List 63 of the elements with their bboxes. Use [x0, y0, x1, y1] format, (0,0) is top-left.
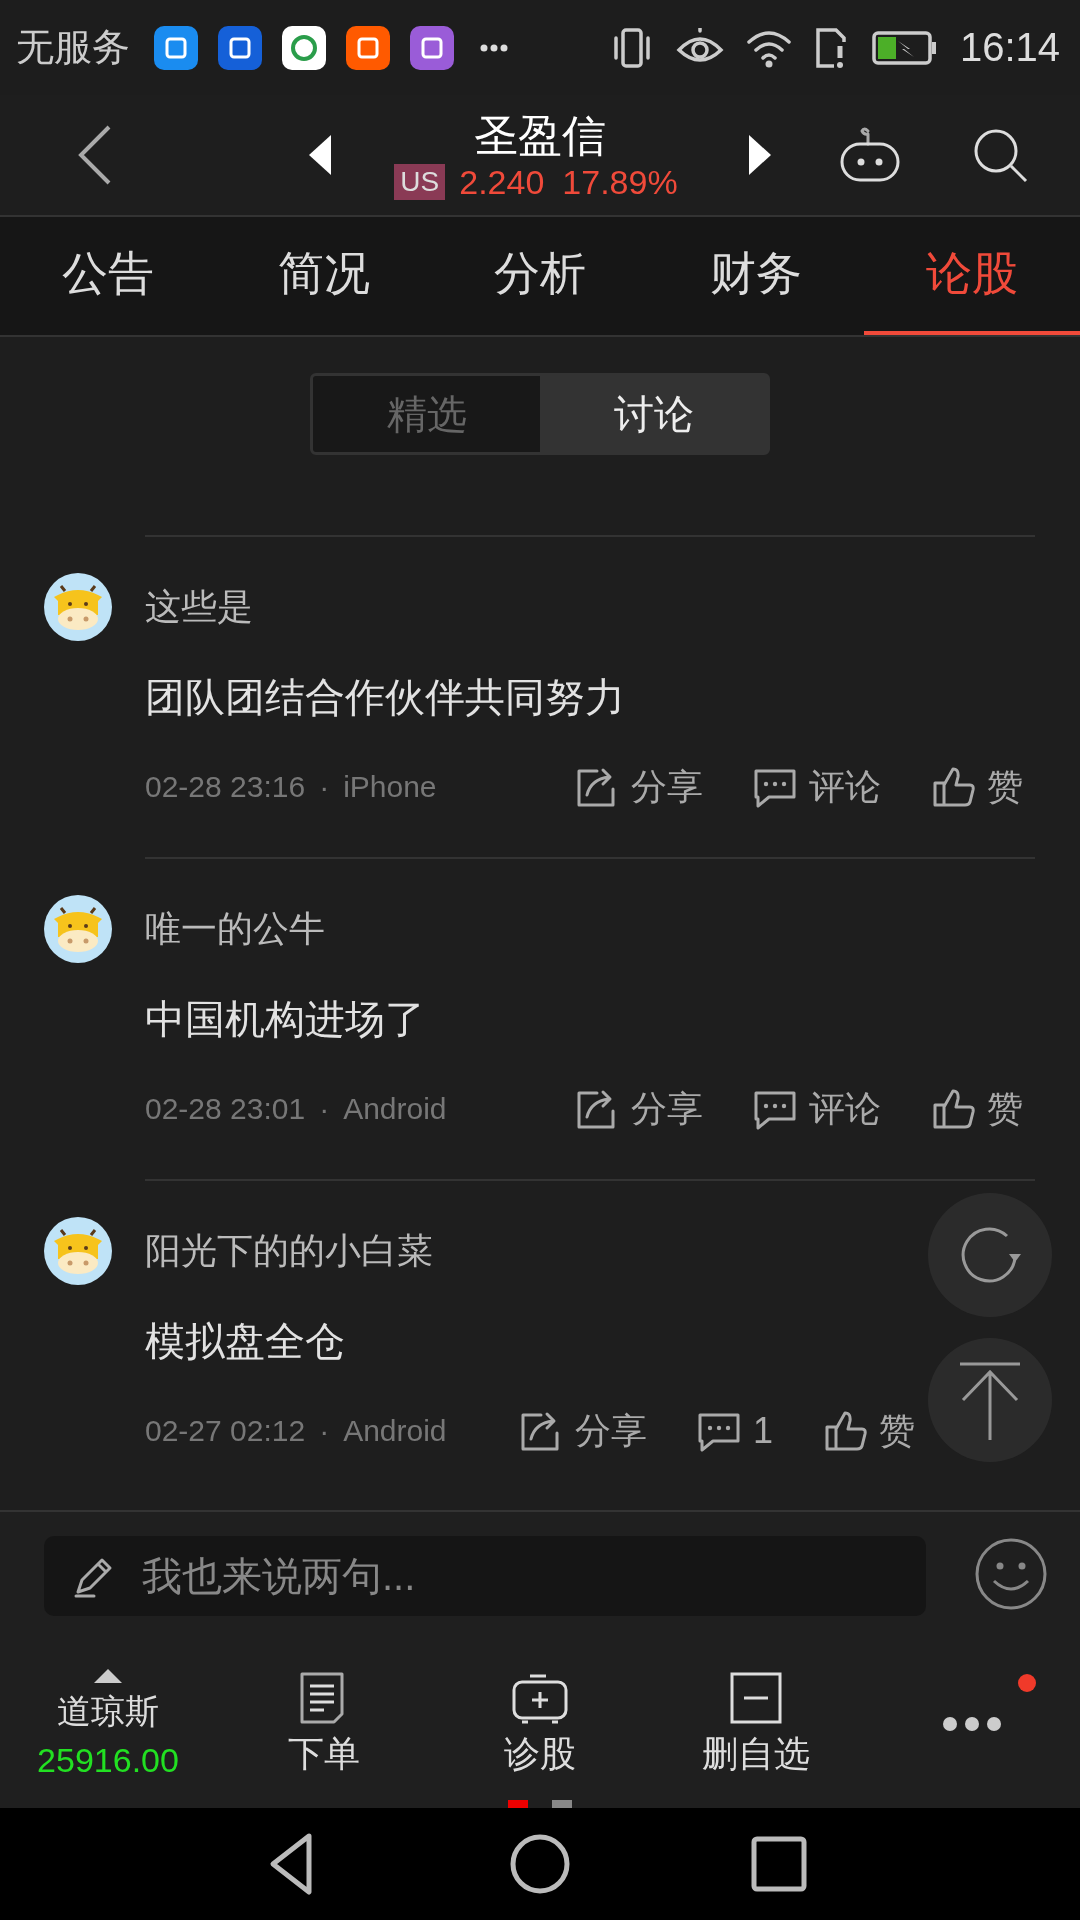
tab[interactable]: 简况 [216, 217, 432, 335]
share-button[interactable]: 分享 [575, 1084, 703, 1134]
carrier-text: 无服务 [16, 25, 130, 70]
app-notification-icon [282, 25, 326, 70]
comment-text: 模拟盘全仓 [145, 1318, 346, 1365]
post-time: 02-28 23:16 [145, 770, 306, 804]
more-icon [942, 1716, 1002, 1732]
stock-name: 圣盈信 [474, 109, 606, 162]
avatar [44, 573, 112, 641]
remove-watchlist-button[interactable]: 删自选 [648, 1640, 864, 1808]
segment-tab[interactable]: 讨论 [540, 376, 767, 452]
home-button[interactable] [508, 1832, 572, 1896]
search-icon [972, 127, 1028, 183]
tab[interactable]: 财务 [648, 217, 864, 335]
thumbs-up-icon [931, 765, 975, 809]
device-name: iPhone [343, 770, 437, 804]
app-notification-icon [346, 25, 390, 70]
left-triangle-icon [309, 135, 331, 175]
comment-button[interactable]: 评论 [753, 762, 881, 812]
tab[interactable]: 分析 [432, 217, 648, 335]
post-time: 02-27 02:12 [145, 1414, 306, 1448]
smiley-icon [974, 1537, 1048, 1611]
circle-icon [508, 1832, 572, 1896]
index-quote-button[interactable]: 道琼斯 25916.00 [0, 1640, 216, 1808]
avatar [44, 1217, 112, 1285]
robot-icon [838, 127, 902, 183]
back-icon [77, 123, 113, 187]
tab[interactable]: 论股 [864, 217, 1080, 335]
app-notification-icon [410, 25, 454, 70]
price-change: 17.89% [562, 162, 678, 202]
diagnose-button[interactable]: 诊股 [432, 1640, 648, 1808]
right-triangle-icon [749, 135, 771, 175]
comment-button[interactable]: 评论 [753, 1084, 881, 1134]
avatar [44, 895, 112, 963]
user-name[interactable]: 唯一的公牛 [145, 894, 325, 964]
thumbs-up-icon [823, 1409, 867, 1453]
device-name: Android [343, 1414, 447, 1448]
separator-dot: · [319, 1092, 330, 1126]
device-name: Android [343, 1092, 447, 1126]
comment-text: 中国机构进场了 [145, 996, 426, 1043]
like-button[interactable]: 赞 [931, 762, 1023, 812]
like-button[interactable]: 赞 [823, 1406, 915, 1456]
user-name[interactable]: 阳光下的的小白菜 [145, 1216, 433, 1286]
separator-dot: · [319, 1414, 330, 1448]
like-button[interactable]: 赞 [931, 1084, 1023, 1134]
app-notification-icon [218, 25, 262, 70]
separator-dot: · [319, 770, 330, 804]
thumbs-up-icon [931, 1087, 975, 1131]
order-button[interactable]: 下单 [216, 1640, 432, 1808]
more-icon [480, 43, 508, 52]
battery-icon [871, 30, 938, 65]
post-time: 02-28 23:01 [145, 1092, 306, 1126]
market-badge: US [394, 164, 446, 200]
comment-text: 团队团结合作伙伴共同努力 [145, 674, 626, 721]
clock-text: 16:14 [959, 25, 1060, 70]
tab[interactable]: 公告 [0, 217, 216, 335]
stock-price: 2.240 [459, 162, 545, 202]
user-name[interactable]: 这些是 [145, 572, 253, 642]
share-button[interactable]: 分享 [575, 762, 703, 812]
app-notification-icon [154, 25, 198, 70]
comment-box[interactable]: 我也来说两句... [44, 1536, 926, 1616]
comment-button[interactable]: 1 [696, 1406, 773, 1456]
share-button[interactable]: 分享 [518, 1406, 647, 1456]
